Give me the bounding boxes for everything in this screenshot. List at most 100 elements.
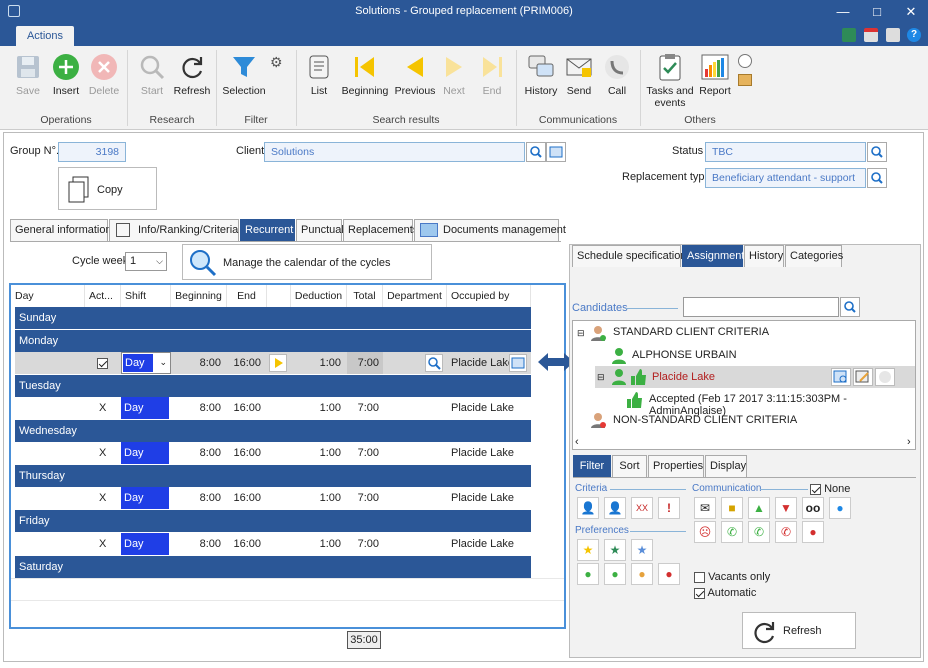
tree-node-standard[interactable]: STANDARD CLIENT CRITERIA [613, 326, 769, 338]
minimize-button[interactable]: — [828, 2, 858, 22]
client-open-button[interactable] [546, 142, 566, 162]
tab-info-ranking-criteria[interactable]: Info/Ranking/Criteria [109, 219, 239, 241]
comm-phone-icon[interactable]: ● [829, 497, 851, 519]
send-button[interactable]: Send [562, 52, 596, 97]
clock-icon[interactable] [738, 54, 752, 68]
refresh-button[interactable]: Refresh [172, 52, 212, 97]
beginning-cell[interactable]: 8:00 [171, 442, 221, 464]
end-cell[interactable]: 16:00 [227, 352, 261, 374]
client-field[interactable]: Solutions [264, 142, 525, 162]
day-row-monday[interactable]: Monday [15, 330, 531, 352]
day-row-thursday[interactable]: Thursday [15, 465, 531, 487]
refresh-candidates-button[interactable]: Refresh [742, 612, 856, 649]
copy-button[interactable]: Copy [58, 167, 157, 210]
call-button[interactable]: Call [600, 52, 634, 97]
help-icon[interactable]: ? [907, 28, 921, 42]
maximize-button[interactable]: □ [862, 2, 892, 22]
column-header-active[interactable]: Act... [85, 285, 121, 307]
criteria-calendar-x-icon[interactable]: XX [631, 497, 653, 519]
column-header-day[interactable]: Day [11, 285, 85, 307]
tab-assignment[interactable]: Assignment [682, 245, 744, 267]
comm-sad-icon[interactable]: ☹ [694, 521, 716, 543]
comm-phone-check-icon[interactable]: ✆ [748, 521, 770, 543]
next-button[interactable]: Next [438, 52, 470, 97]
column-header-action[interactable] [267, 285, 291, 307]
start-button[interactable]: Start [134, 52, 170, 97]
beginning-button[interactable]: Beginning [338, 52, 392, 97]
calendar-icon[interactable] [864, 28, 878, 42]
print-icon[interactable] [886, 28, 900, 42]
status-field[interactable]: TBC [705, 142, 866, 162]
comm-hangup-icon[interactable]: ● [802, 521, 824, 543]
pref-star-green-icon[interactable]: ★ [604, 539, 626, 561]
gear-icon[interactable]: ⚙ [270, 54, 283, 71]
tab-sort[interactable]: Sort [612, 455, 647, 477]
view-button[interactable] [831, 368, 851, 386]
save-button[interactable]: Save [10, 52, 46, 97]
candidates-search-button[interactable] [840, 297, 860, 317]
criteria-calendar-alert-icon[interactable]: ! [658, 497, 680, 519]
play-button[interactable] [269, 354, 287, 372]
status-search-button[interactable] [867, 142, 887, 162]
report-button[interactable]: Report [696, 52, 734, 97]
comm-envelope-icon[interactable]: ✉ [694, 497, 716, 519]
tab-display[interactable]: Display [705, 455, 747, 477]
criteria-person-x-icon[interactable]: 👤 [604, 497, 626, 519]
day-row-friday[interactable]: Friday [15, 510, 531, 532]
cycle-week-select[interactable]: 1 ⌵ [125, 252, 167, 271]
manage-calendar-button[interactable]: Manage the calendar of the cycles [182, 244, 432, 280]
edit-button[interactable] [853, 368, 873, 386]
comm-phone-green-icon[interactable]: ✆ [721, 521, 743, 543]
end-cell[interactable]: 16:00 [227, 442, 261, 464]
tree-node-placide[interactable]: Placide Lake [652, 371, 715, 383]
shift-cell[interactable]: Day [121, 397, 169, 419]
group-number-field[interactable]: 3198 [58, 142, 126, 162]
deduction-cell[interactable]: 1:00 [291, 487, 341, 509]
end-cell[interactable]: 16:00 [227, 487, 261, 509]
tab-general-informations[interactable]: General informations [10, 219, 117, 241]
beginning-cell[interactable]: 8:00 [171, 487, 221, 509]
column-header-occupied-by[interactable]: Occupied by [447, 285, 531, 307]
comm-thumbs-up-icon[interactable]: ▲ [748, 497, 770, 519]
comm-phone-x-icon[interactable]: ✆ [775, 521, 797, 543]
tab-schedule-specifications[interactable]: Schedule specifications [572, 245, 692, 267]
tasks-events-button[interactable]: Tasks and events [644, 52, 696, 109]
tree-node-nonstandard[interactable]: NON-STANDARD CLIENT CRITERIA [613, 414, 797, 426]
automatic-checkbox[interactable]: Automatic [694, 587, 756, 599]
beginning-cell[interactable]: 8:00 [171, 352, 221, 374]
active-cell[interactable]: X [99, 442, 106, 464]
pref-person-heart-icon[interactable]: ● [577, 563, 599, 585]
close-button[interactable]: ✕ [896, 2, 926, 22]
insert-button[interactable]: Insert [48, 52, 84, 97]
day-row-tuesday[interactable]: Tuesday [15, 375, 531, 397]
end-cell[interactable]: 16:00 [227, 397, 261, 419]
active-checkbox[interactable] [97, 357, 108, 369]
scroll-right-icon[interactable]: › [907, 436, 911, 448]
deduction-cell[interactable]: 1:00 [291, 397, 341, 419]
day-row-sunday[interactable]: Sunday [15, 307, 531, 329]
collapse-icon[interactable]: ⊟ [597, 372, 605, 383]
tab-punctual[interactable]: Punctual [296, 219, 344, 241]
tab-categories[interactable]: Categories [785, 245, 843, 267]
day-row-saturday[interactable]: Saturday [15, 556, 531, 578]
tree-node-alphonse[interactable]: ALPHONSE URBAIN [632, 349, 737, 361]
collapse-icon[interactable]: ⊟ [577, 328, 585, 339]
pref-star-blue-icon[interactable]: ★ [631, 539, 653, 561]
history-button[interactable]: History [522, 52, 560, 97]
delete-button[interactable]: Delete [86, 52, 122, 97]
vacants-only-checkbox[interactable]: Vacants only [694, 571, 770, 583]
selection-button[interactable]: Selection [220, 52, 268, 97]
column-header-deduction[interactable]: Deduction [291, 285, 347, 307]
day-row-wednesday[interactable]: Wednesday [15, 420, 531, 442]
department-search-button[interactable] [425, 354, 443, 372]
none-checkbox[interactable]: None [810, 483, 850, 495]
beginning-cell[interactable]: 8:00 [171, 533, 221, 555]
column-header-end[interactable]: End [227, 285, 267, 307]
deduction-cell[interactable]: 1:00 [291, 442, 341, 464]
tab-history[interactable]: History [744, 245, 784, 267]
tab-actions[interactable]: Actions [16, 26, 74, 46]
box-icon[interactable] [738, 74, 752, 86]
call-candidate-button[interactable] [875, 368, 895, 386]
client-search-button[interactable] [526, 142, 546, 162]
end-cell[interactable]: 16:00 [227, 533, 261, 555]
